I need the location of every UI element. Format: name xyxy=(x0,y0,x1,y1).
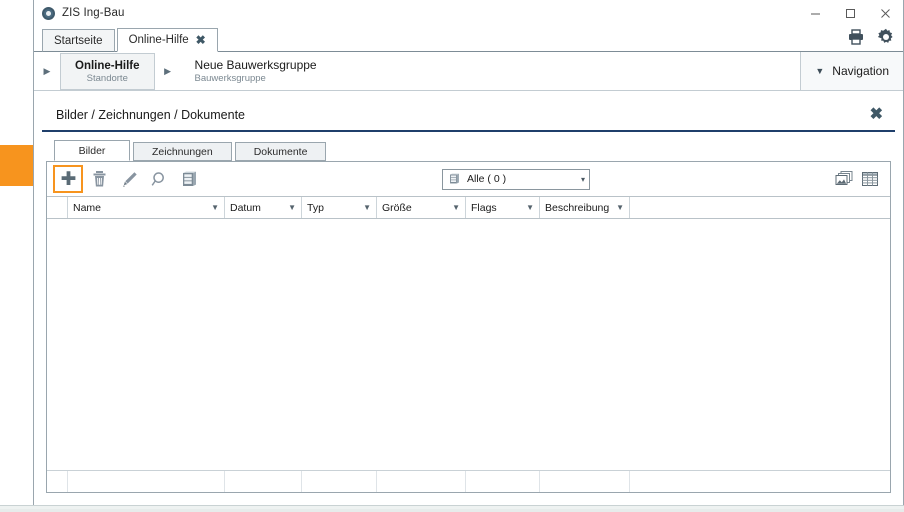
grid-footer-cell-groesse xyxy=(377,471,466,492)
content-area: Bilder / Zeichnungen / Dokumente ✖ Bilde… xyxy=(34,91,903,505)
main-tab-strip: Startseite Online-Hilfe ✖ xyxy=(34,26,903,52)
column-header-typ[interactable]: Typ ▼ xyxy=(302,197,377,218)
column-header-label: Größe xyxy=(382,201,412,214)
title-bar: ZIS Ing-Bau xyxy=(34,0,903,26)
filter-funnel-icon[interactable]: ▼ xyxy=(357,203,371,212)
breadcrumb-item-subtitle: Standorte xyxy=(86,72,128,84)
title-bar-left: ZIS Ing-Bau xyxy=(34,6,125,20)
navigation-button-label: Navigation xyxy=(832,64,889,78)
search-button[interactable] xyxy=(145,166,173,192)
archive-cabinet-icon-small xyxy=(450,173,459,184)
chevron-down-icon: ▾ xyxy=(580,174,585,184)
filter-dropdown-value: Alle ( 0 ) xyxy=(467,173,507,185)
thumbnail-view-icon xyxy=(835,171,853,185)
grid-footer-cell-flags xyxy=(466,471,540,492)
grid-footer-row xyxy=(47,470,890,492)
tab-label: Online-Hilfe xyxy=(128,34,189,46)
filter-funnel-icon[interactable]: ▼ xyxy=(610,203,624,212)
grid-toolbar: Alle ( 0 ) ▾ xyxy=(47,162,890,196)
grid-footer-cell-datum xyxy=(225,471,302,492)
inner-tab-strip: Bilder Zeichnungen Dokumente xyxy=(34,140,903,161)
archive-cabinet-icon xyxy=(182,171,196,186)
column-header-flags[interactable]: Flags ▼ xyxy=(466,197,540,218)
panel-header: Bilder / Zeichnungen / Dokumente ✖ xyxy=(42,99,895,132)
column-header-label: Beschreibung xyxy=(545,201,610,214)
delete-trash-icon xyxy=(93,171,105,187)
tab-label: Startseite xyxy=(54,34,103,47)
navigation-button[interactable]: ▼ Navigation xyxy=(800,52,903,90)
filter-funnel-icon[interactable]: ▼ xyxy=(205,203,219,212)
breadcrumb-item-subtitle: Bauwerksgruppe xyxy=(194,73,266,84)
inner-tab-label: Dokumente xyxy=(253,145,308,158)
thumbnail-view-button[interactable] xyxy=(832,168,856,190)
filter-funnel-icon[interactable]: ▼ xyxy=(446,203,460,212)
tab-bilder[interactable]: Bilder xyxy=(54,140,130,161)
grid-footer-cell-filler xyxy=(630,471,890,492)
column-header-name[interactable]: Name ▼ xyxy=(68,197,225,218)
table-view-icon xyxy=(862,172,878,186)
grid-footer-selector-cell xyxy=(47,471,68,492)
column-header-label: Flags xyxy=(471,201,497,214)
grid-footer-cell-name xyxy=(68,471,225,492)
add-icon xyxy=(61,170,75,185)
tab-online-hilfe[interactable]: Online-Hilfe ✖ xyxy=(116,28,218,52)
panel-close-icon[interactable]: ✖ xyxy=(864,106,889,123)
breadcrumb-item-title: Neue Bauwerksgruppe xyxy=(194,58,317,72)
edit-button[interactable] xyxy=(115,166,143,192)
grid-footer-cell-beschreibung xyxy=(540,471,630,492)
filter-funnel-icon[interactable]: ▼ xyxy=(282,203,296,212)
breadcrumb-arrow-icon[interactable]: ▶ xyxy=(34,52,60,90)
header-tool-icons xyxy=(848,28,895,51)
column-header-beschreibung[interactable]: Beschreibung ▼ xyxy=(540,197,630,218)
tab-close-icon[interactable]: ✖ xyxy=(196,34,206,46)
add-button[interactable] xyxy=(53,165,83,193)
inner-tab-label: Bilder xyxy=(78,144,106,157)
breadcrumb: ▶ Online-Hilfe Standorte ▶ Neue Bauwerks… xyxy=(34,52,903,91)
grid-footer-cell-typ xyxy=(302,471,377,492)
breadcrumb-item-neue-bauwerksgruppe[interactable]: Neue Bauwerksgruppe Bauwerksgruppe xyxy=(181,52,331,90)
filter-dropdown[interactable]: Alle ( 0 ) ▾ xyxy=(442,168,590,190)
column-header-datum[interactable]: Datum ▼ xyxy=(225,197,302,218)
window-controls xyxy=(798,0,903,26)
view-toggle-group xyxy=(832,168,882,190)
window-title: ZIS Ing-Bau xyxy=(62,7,125,19)
column-header-label: Name xyxy=(73,201,102,214)
page-title: Bilder / Zeichnungen / Dokumente xyxy=(56,107,245,122)
tab-zeichnungen[interactable]: Zeichnungen xyxy=(133,142,232,161)
column-header-label: Typ xyxy=(307,201,324,214)
chevron-down-icon: ▼ xyxy=(815,66,825,76)
column-header-label: Datum xyxy=(230,201,261,214)
maximize-icon[interactable] xyxy=(833,0,868,26)
close-icon[interactable] xyxy=(868,0,903,26)
tab-dokumente[interactable]: Dokumente xyxy=(234,142,327,161)
print-icon[interactable] xyxy=(848,29,865,50)
screen-root: ZIS Ing-Bau Startseite Online-Hilfe ✖ ▶ … xyxy=(0,0,904,512)
grid-panel: Alle ( 0 ) ▾ Name ▼ Datum ▼ Typ ▼ Größe … xyxy=(46,161,891,493)
delete-button[interactable] xyxy=(85,166,113,192)
circle-target-icon xyxy=(42,6,55,20)
grid-column-headers: Name ▼ Datum ▼ Typ ▼ Größe ▼ Flags ▼ Bes… xyxy=(47,196,890,219)
grid-header-row-selector xyxy=(47,197,68,218)
filter-funnel-icon[interactable]: ▼ xyxy=(520,203,534,212)
settings-gear-icon[interactable] xyxy=(877,28,895,51)
grid-rows-container[interactable] xyxy=(47,219,890,470)
edit-pencil-icon xyxy=(122,171,137,187)
breadcrumb-item-online-hilfe[interactable]: Online-Hilfe Standorte xyxy=(60,53,155,90)
table-view-button[interactable] xyxy=(858,168,882,190)
tab-startseite[interactable]: Startseite xyxy=(42,29,115,52)
search-magnifier-icon xyxy=(151,171,164,186)
orange-highlight-marker xyxy=(0,145,36,186)
breadcrumb-item-title: Online-Hilfe xyxy=(75,59,140,72)
column-header-filler xyxy=(630,197,890,218)
breadcrumb-arrow-icon-2[interactable]: ▶ xyxy=(155,52,181,90)
inner-tab-label: Zeichnungen xyxy=(152,145,213,158)
application-window: ZIS Ing-Bau Startseite Online-Hilfe ✖ ▶ … xyxy=(33,0,904,506)
column-header-groesse[interactable]: Größe ▼ xyxy=(377,197,466,218)
archive-button[interactable] xyxy=(175,166,203,192)
minimize-icon[interactable] xyxy=(798,0,833,26)
